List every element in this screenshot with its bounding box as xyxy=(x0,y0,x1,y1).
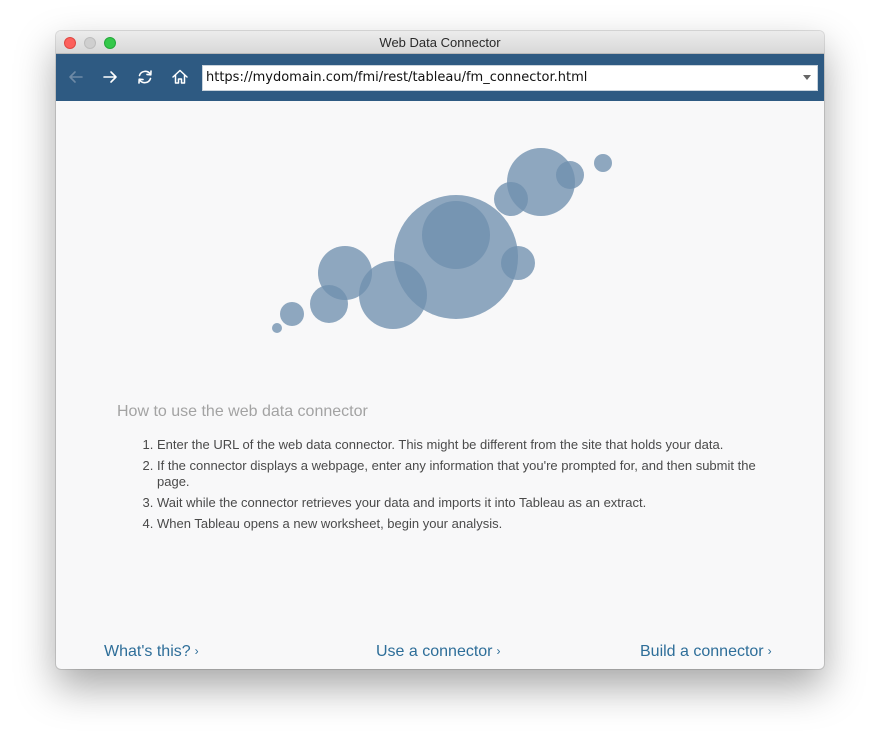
chevron-right-icon: › xyxy=(194,644,199,658)
home-button[interactable] xyxy=(169,66,191,88)
back-arrow-icon xyxy=(69,71,83,83)
url-input[interactable] xyxy=(206,66,786,90)
chevron-right-icon: › xyxy=(767,644,772,658)
refresh-icon xyxy=(138,70,152,84)
title-bar: Web Data Connector xyxy=(56,31,824,54)
instruction-step: When Tableau opens a new worksheet, begi… xyxy=(157,516,777,532)
window-title: Web Data Connector xyxy=(379,35,501,50)
bubble xyxy=(501,246,535,280)
home-icon xyxy=(172,69,188,84)
bubble xyxy=(556,161,584,189)
bubble-illustration xyxy=(272,148,612,333)
connector-page: How to use the web data connector Enter … xyxy=(56,101,824,669)
browser-window: Web Data Connector https://mydomain.com/… xyxy=(56,31,824,669)
bubble xyxy=(422,201,490,269)
browser-toolbar xyxy=(56,54,824,101)
address-bar[interactable] xyxy=(202,65,818,91)
use-connector-label: Use a connector xyxy=(376,643,493,660)
forward-arrow-icon xyxy=(103,71,117,83)
bubble xyxy=(280,302,304,326)
instructions-heading: How to use the web data connector xyxy=(117,403,368,420)
bubble xyxy=(594,154,612,172)
forward-button[interactable] xyxy=(99,66,121,88)
instruction-step: Enter the URL of the web data connector.… xyxy=(157,437,777,453)
whats-this-link[interactable]: What's this? › xyxy=(104,643,199,661)
build-connector-label: Build a connector xyxy=(640,643,764,660)
refresh-button[interactable] xyxy=(134,66,156,88)
whats-this-label: What's this? xyxy=(104,643,191,660)
chevron-right-icon: › xyxy=(496,644,501,658)
chevron-down-icon[interactable] xyxy=(803,75,811,80)
instructions-list: Enter the URL of the web data connector.… xyxy=(137,437,777,537)
instruction-step: If the connector displays a webpage, ent… xyxy=(157,458,777,490)
instruction-step: Wait while the connector retrieves your … xyxy=(157,495,777,511)
build-connector-link[interactable]: Build a connector › xyxy=(640,643,772,661)
bubble xyxy=(272,323,282,333)
back-button[interactable] xyxy=(65,66,87,88)
use-connector-link[interactable]: Use a connector › xyxy=(376,643,501,661)
